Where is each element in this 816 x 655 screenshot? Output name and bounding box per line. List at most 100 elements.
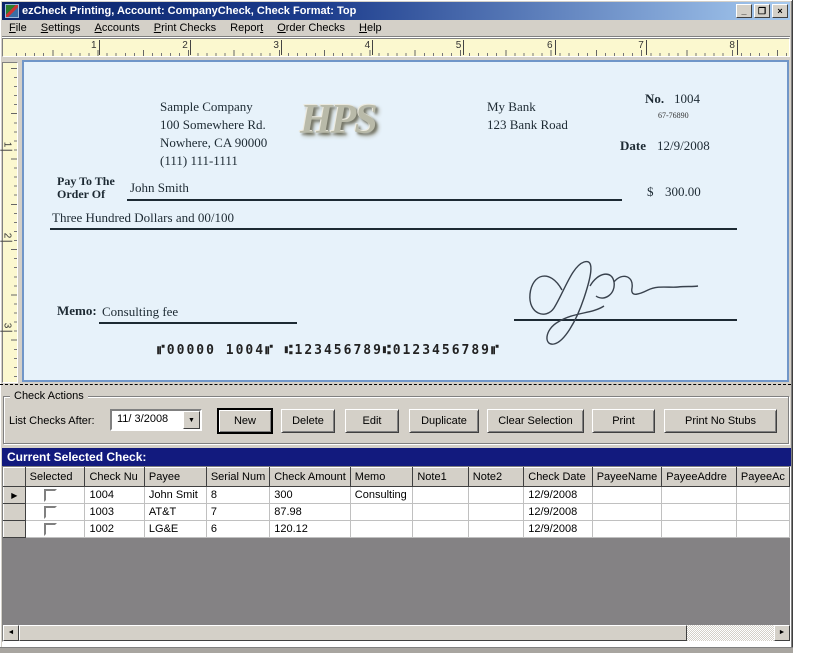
column-header-check-date[interactable]: Check Date <box>523 467 593 487</box>
grid-cell[interactable] <box>349 503 414 521</box>
column-header-note2[interactable]: Note2 <box>467 467 525 487</box>
column-header-note1[interactable]: Note1 <box>412 467 469 487</box>
scroll-right-button[interactable]: ► <box>774 625 790 641</box>
grid-cell[interactable]: 12/9/2008 <box>523 486 593 504</box>
grid-cell[interactable]: Consulting <box>349 486 414 504</box>
grid-cell[interactable] <box>591 486 663 504</box>
new-button[interactable]: New <box>217 408 273 434</box>
memo-value: Consulting fee <box>102 304 179 319</box>
close-button[interactable]: × <box>772 4 788 18</box>
amount-words-underline <box>50 228 737 230</box>
clear-selection-button[interactable]: Clear Selection <box>487 409 584 433</box>
grid-cell[interactable]: LG&E <box>143 520 207 538</box>
combobox-dropdown-button[interactable]: ▼ <box>183 411 200 429</box>
grid-cell[interactable]: John Smit <box>143 486 207 504</box>
column-header-selected[interactable]: Selected <box>24 467 86 487</box>
menu-item-help[interactable]: Help <box>352 20 389 36</box>
grid-cell[interactable] <box>661 486 737 504</box>
menu-item-file[interactable]: File <box>2 20 34 36</box>
column-header-serial-num[interactable]: Serial Num <box>205 467 271 487</box>
menu-item-print-checks[interactable]: Print Checks <box>147 20 223 36</box>
edit-button[interactable]: Edit <box>345 409 399 433</box>
menu-item-report[interactable]: Report <box>223 20 270 36</box>
memo-underline <box>99 322 297 324</box>
current-row-marker[interactable]: ▶ <box>3 486 26 504</box>
column-header-payee[interactable]: Payee <box>143 467 207 487</box>
grid-cell[interactable]: 1002 <box>84 520 145 538</box>
menu-item-settings[interactable]: Settings <box>34 20 88 36</box>
duplicate-button[interactable]: Duplicate <box>409 409 479 433</box>
column-header-check-nu[interactable]: Check Nu <box>84 467 145 487</box>
grid-cell[interactable] <box>661 503 737 521</box>
row-selector[interactable] <box>3 520 26 538</box>
grid-cell[interactable]: 300 <box>269 486 351 504</box>
grid-cell[interactable]: 12/9/2008 <box>523 520 593 538</box>
horizontal-scrollbar[interactable]: ◄ ► <box>3 625 790 641</box>
grid-cell[interactable] <box>467 503 525 521</box>
hruler-number: 1 <box>91 40 99 55</box>
grid-cell[interactable] <box>591 503 663 521</box>
grid-cell[interactable]: 7 <box>205 503 271 521</box>
grid-cell[interactable]: 8 <box>205 486 271 504</box>
grid-cell[interactable] <box>735 520 790 538</box>
grid-cell[interactable]: 87.98 <box>269 503 351 521</box>
check-actions-group-label: Check Actions <box>10 390 88 402</box>
signature-scribble <box>529 260 699 345</box>
grid-cell[interactable] <box>412 503 469 521</box>
column-header-memo[interactable]: Memo <box>349 467 414 487</box>
table-row: ▶ 1004 John Smit 8 300 Consulting 12/9/2008 <box>3 486 790 504</box>
row-selector[interactable] <box>3 503 26 521</box>
delete-button[interactable]: Delete <box>281 409 335 433</box>
hruler-number: 8 <box>729 40 738 55</box>
grid-cell[interactable] <box>591 520 663 538</box>
grid-cell[interactable] <box>467 486 525 504</box>
grid-cell[interactable] <box>467 520 525 538</box>
column-header-payeeaddre[interactable]: PayeeAddre <box>661 467 737 487</box>
payee-name: John Smith <box>130 180 189 195</box>
restore-button[interactable]: ❐ <box>754 4 770 18</box>
selected-cell <box>24 503 86 521</box>
grid-cell[interactable]: 1004 <box>84 486 145 504</box>
grid-cell[interactable] <box>349 520 414 538</box>
grid-cell[interactable] <box>412 486 469 504</box>
grid-cell[interactable] <box>661 520 737 538</box>
print-button[interactable]: Print <box>592 409 655 433</box>
grid-cell[interactable] <box>735 503 790 521</box>
minimize-button[interactable]: _ <box>736 4 752 18</box>
grid-cell[interactable]: 120.12 <box>269 520 351 538</box>
scrollbar-thumb[interactable] <box>19 625 687 641</box>
payee-underline <box>127 199 622 201</box>
memo-label: Memo: <box>57 303 97 318</box>
check-number-value: 1004 <box>674 91 700 106</box>
column-header-payeeac[interactable]: PayeeAc <box>735 467 790 487</box>
selected-checkbox[interactable] <box>43 523 57 536</box>
table-row: 1003 AT&T 7 87.98 12/9/2008 <box>3 503 790 521</box>
selected-checkbox[interactable] <box>43 489 57 502</box>
pay-to-order-label: Pay To The Order Of <box>57 174 115 201</box>
column-header-check-amount[interactable]: Check Amount <box>269 467 351 487</box>
app-icon <box>5 4 19 18</box>
menu-item-accounts[interactable]: Accounts <box>88 20 147 36</box>
menu-bar: File Settings Accounts Print Checks Report Or… <box>2 20 790 37</box>
current-selected-check-banner: Current Selected Check: <box>2 448 791 466</box>
horizontal-ruler: 1 2 3 4 5 6 7 8 <box>2 38 790 57</box>
grid-cell[interactable] <box>735 486 790 504</box>
amount-numeric: 300.00 <box>665 184 701 199</box>
print-no-stubs-button[interactable]: Print No Stubs <box>664 409 777 433</box>
scroll-left-button[interactable]: ◄ <box>3 625 19 641</box>
page-boundary-dashes <box>0 384 791 385</box>
list-checks-after-combobox[interactable]: 11/ 3/2008 ▼ <box>110 409 202 431</box>
selected-checkbox[interactable] <box>43 506 57 519</box>
combobox-value: 11/ 3/2008 <box>117 413 169 425</box>
grid-cell[interactable]: 6 <box>205 520 271 538</box>
row-selector-header <box>3 467 26 487</box>
grid-cell[interactable] <box>412 520 469 538</box>
column-header-payeename[interactable]: PayeeName <box>591 467 663 487</box>
grid-cell[interactable]: 12/9/2008 <box>523 503 593 521</box>
grid-cell[interactable]: 1003 <box>84 503 145 521</box>
menu-item-order-checks[interactable]: Order Checks <box>270 20 352 36</box>
vruler-number: 1 <box>1 141 13 148</box>
company-logo: HPS <box>300 97 378 143</box>
check-preview[interactable]: Sample Company 100 Somewhere Rd. Nowhere… <box>22 60 789 382</box>
grid-cell[interactable]: AT&T <box>143 503 207 521</box>
